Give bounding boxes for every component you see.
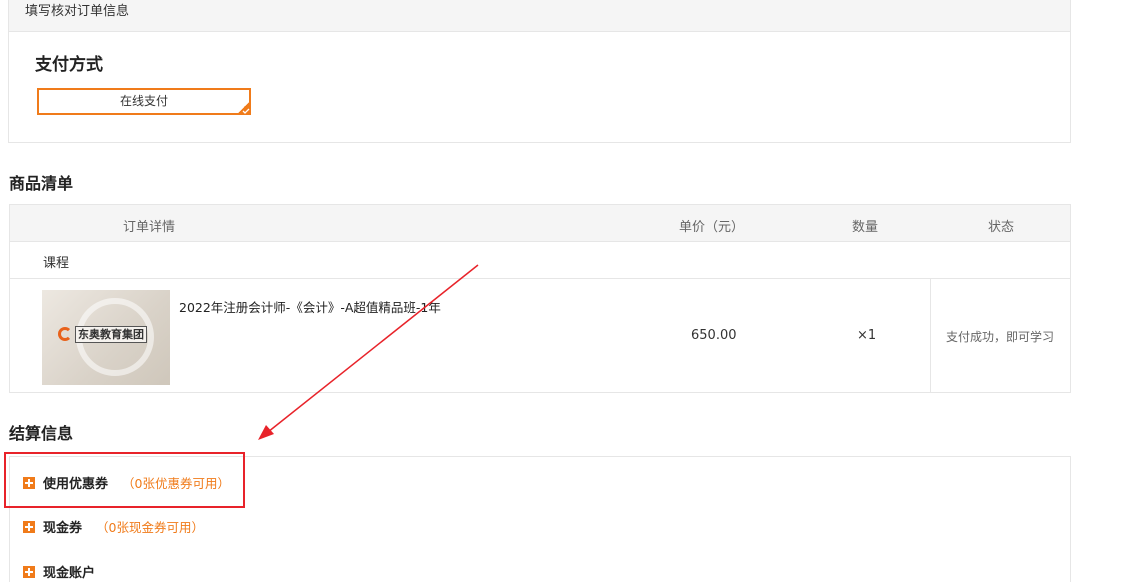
logo-mark-icon <box>58 327 72 341</box>
selected-check-icon <box>235 101 251 115</box>
cash-voucher-count: （0张现金券可用） <box>96 520 204 535</box>
category-label: 课程 <box>43 256 70 271</box>
order-confirm-page: 填写核对订单信息 支付方式 在线支付 商品清单 订单详情 单价（元） 数量 状态… <box>0 0 1137 582</box>
header-status: 状态 <box>988 220 1015 235</box>
status-cell: 支付成功，即可学习 <box>930 279 1071 393</box>
order-info-header: 填写核对订单信息 <box>9 0 1070 32</box>
cash-voucher-label: 现金券 <box>43 521 83 536</box>
status-text: 支付成功，即可学习 <box>946 330 1055 344</box>
annotation-highlight-box <box>4 452 245 508</box>
product-list-title: 商品清单 <box>9 174 74 193</box>
header-quantity: 数量 <box>852 220 879 235</box>
logo-text: 东奥教育集团 <box>75 325 147 343</box>
product-table: 订单详情 单价（元） 数量 状态 课程 东奥教育集团 2022年注册会计师-《会… <box>9 204 1071 393</box>
brand-logo: 东奥教育集团 <box>58 324 152 344</box>
expand-plus-icon <box>23 565 35 578</box>
payment-method-title: 支付方式 <box>35 55 103 75</box>
header-order-details: 订单详情 <box>123 220 176 235</box>
product-quantity: ×1 <box>857 328 877 343</box>
course-thumbnail: 东奥教育集团 <box>42 290 170 385</box>
category-row: 课程 <box>10 242 1070 279</box>
settlement-title: 结算信息 <box>9 424 74 443</box>
cash-voucher-toggle[interactable]: 现金券 （0张现金券可用） <box>23 517 204 536</box>
product-name: 2022年注册会计师-《会计》-A超值精品班-1年 <box>179 300 441 315</box>
order-info-panel: 填写核对订单信息 支付方式 在线支付 <box>8 0 1071 143</box>
table-header: 订单详情 单价（元） 数量 状态 <box>10 205 1070 242</box>
online-payment-option[interactable]: 在线支付 <box>37 88 251 115</box>
online-payment-label: 在线支付 <box>119 94 168 108</box>
cash-account-label: 现金账户 <box>43 566 96 581</box>
product-price: 650.00 <box>691 328 737 343</box>
cash-account-toggle[interactable]: 现金账户 <box>23 562 95 581</box>
expand-plus-icon <box>23 520 35 533</box>
header-price: 单价（元） <box>679 220 745 235</box>
